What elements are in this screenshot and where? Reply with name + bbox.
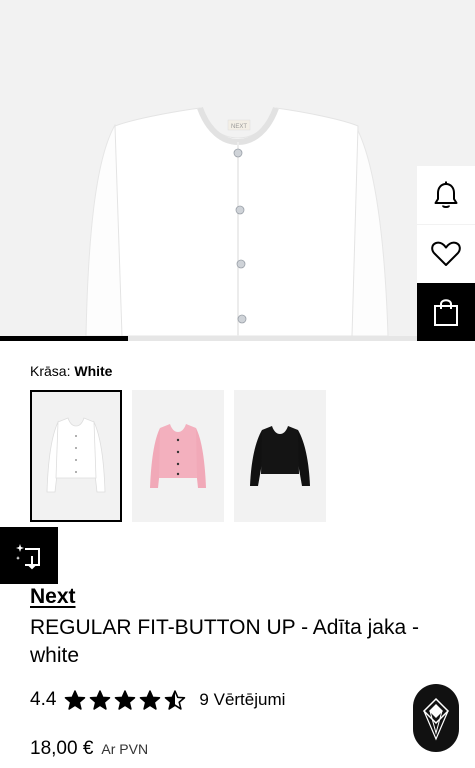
color-swatch-black[interactable] (234, 390, 326, 522)
virtual-try-on-icon (16, 543, 40, 569)
heart-icon (431, 241, 461, 266)
notify-button[interactable] (417, 166, 475, 224)
assistant-logo-icon (422, 697, 450, 741)
rating-value: 4.4 (30, 689, 57, 710)
garment-label-text: NEXT (231, 124, 247, 130)
black-cardigan-thumbnail (250, 426, 310, 486)
color-selector-label: Krāsa: White (30, 363, 112, 379)
selected-color-name: White (74, 363, 113, 379)
cardigan-illustration: NEXT (85, 106, 389, 337)
assistant-button[interactable] (413, 684, 459, 752)
add-to-bag-button[interactable] (417, 283, 475, 341)
brand-link[interactable]: Next (30, 585, 76, 609)
rating-stars (64, 690, 189, 710)
price-block: 18,00 € Ar PVN (30, 738, 148, 760)
gallery-progress-bar (0, 336, 475, 341)
star-full-icon (140, 690, 161, 710)
color-swatch-pink[interactable] (132, 390, 224, 522)
star-full-icon (115, 690, 136, 710)
rating-summary[interactable]: 4.4 9 Vērtējumi (30, 689, 285, 711)
product-title: REGULAR FIT-BUTTON UP - Adīta jaka - whi… (30, 616, 419, 667)
vat-note: Ar PVN (101, 741, 149, 757)
color-label-text: Krāsa: (30, 363, 71, 379)
color-swatch-white[interactable] (30, 390, 122, 522)
star-half-icon (165, 690, 186, 710)
product-price: 18,00 € (30, 738, 94, 759)
reviews-count[interactable]: 9 Vērtējumi (199, 690, 285, 710)
product-image[interactable]: NEXT (0, 0, 475, 340)
white-cardigan-thumbnail (46, 417, 106, 493)
virtual-try-on-button[interactable] (0, 527, 58, 584)
shopping-bag-icon (434, 299, 458, 326)
pink-cardigan-thumbnail (150, 424, 206, 488)
star-full-icon (65, 690, 86, 710)
gallery-progress-fill (0, 336, 129, 341)
wishlist-button[interactable] (417, 225, 475, 283)
star-full-icon (90, 690, 111, 710)
bell-icon (434, 181, 458, 208)
